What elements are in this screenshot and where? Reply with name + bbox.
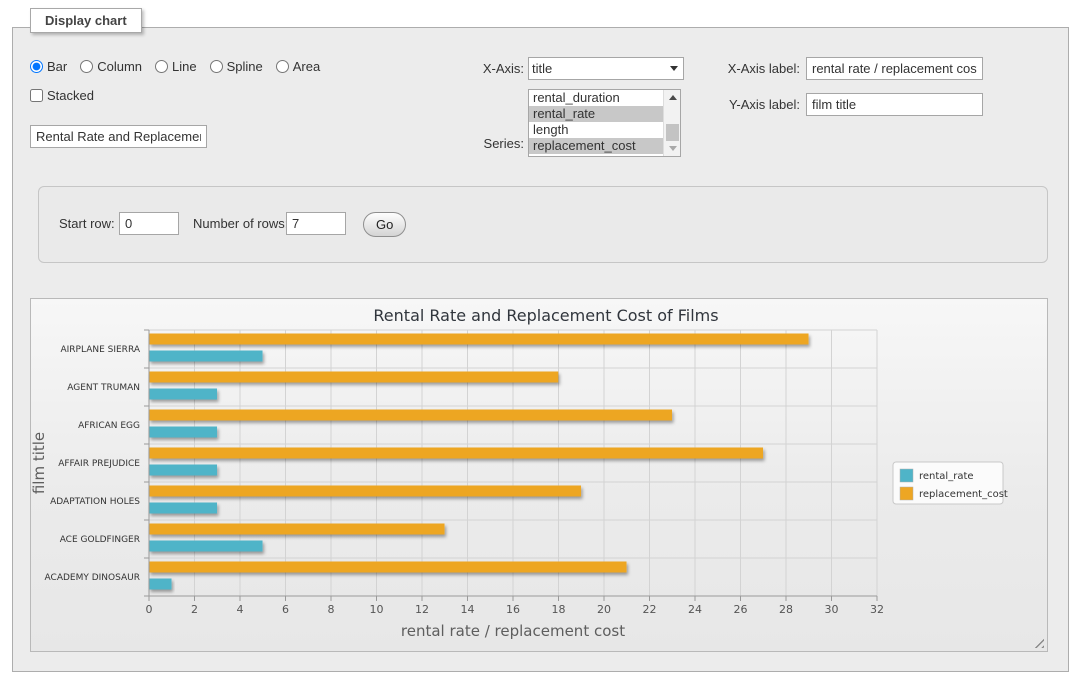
stacked-label: Stacked	[47, 88, 94, 103]
series-select-label: Series:	[425, 132, 524, 155]
chart-title: Rental Rate and Replacement Cost of Film…	[373, 306, 718, 325]
category-label: AFFAIR PREJUDICE	[58, 459, 140, 469]
chart-title-input[interactable]	[30, 125, 207, 148]
legend-label-replacement_cost[interactable]: replacement_cost	[919, 489, 1008, 500]
category-label: AFRICAN EGG	[78, 421, 140, 431]
x-tick-label: 22	[643, 603, 657, 616]
radio-area-input[interactable]	[276, 60, 289, 73]
radio-column-input[interactable]	[80, 60, 93, 73]
row-controls-panel: Start row: Number of rows: Go	[38, 186, 1048, 263]
x-tick-label: 30	[825, 603, 839, 616]
x-tick-label: 6	[282, 603, 289, 616]
x-tick-label: 32	[870, 603, 884, 616]
x-tick-label: 20	[597, 603, 611, 616]
x-tick-label: 8	[328, 603, 335, 616]
x-tick-label: 10	[370, 603, 384, 616]
series-option-replacement-cost[interactable]: replacement_cost	[529, 138, 663, 154]
stacked-checkbox-input[interactable]	[30, 89, 43, 102]
y-axis-label-input[interactable]	[806, 93, 983, 116]
bar-replacement_cost[interactable]	[149, 486, 581, 497]
series-option-length[interactable]: length	[529, 122, 663, 138]
x-tick-label: 12	[415, 603, 429, 616]
bar-replacement_cost[interactable]	[149, 562, 627, 573]
chart-container: 02468101214161820222426283032AIRPLANE SI…	[30, 298, 1048, 652]
x-tick-label: 16	[506, 603, 520, 616]
radio-spline[interactable]: Spline	[210, 59, 263, 74]
scroll-down-icon[interactable]	[664, 141, 681, 156]
y-axis-label-label: Y-Axis label:	[712, 93, 800, 116]
page: Display chart Bar Column Line Spline Are…	[0, 0, 1081, 681]
category-label: ACE GOLDFINGER	[60, 535, 140, 545]
bar-rental_rate[interactable]	[149, 389, 217, 400]
stacked-checkbox[interactable]: Stacked	[30, 88, 94, 103]
x-axis-select-wrap: title	[528, 57, 684, 80]
bar-rental_rate[interactable]	[149, 503, 217, 514]
bar-replacement_cost[interactable]	[149, 524, 445, 535]
bar-rental_rate[interactable]	[149, 465, 217, 476]
num-rows-input[interactable]	[286, 212, 346, 235]
radio-area[interactable]: Area	[276, 59, 320, 74]
chart-type-radios: Bar Column Line Spline Area	[30, 59, 320, 74]
legend-swatch-rental_rate[interactable]	[900, 469, 913, 482]
x-axis-select-label: X-Axis:	[425, 57, 524, 80]
bar-replacement_cost[interactable]	[149, 448, 763, 459]
bar-rental_rate[interactable]	[149, 427, 217, 438]
x-tick-label: 28	[779, 603, 793, 616]
bar-rental_rate[interactable]	[149, 579, 172, 590]
radio-bar-label: Bar	[47, 59, 67, 74]
x-tick-label: 0	[146, 603, 153, 616]
x-tick-label: 18	[552, 603, 566, 616]
category-label: ADAPTATION HOLES	[50, 497, 140, 507]
radio-column-label: Column	[97, 59, 142, 74]
bar-replacement_cost[interactable]	[149, 410, 672, 421]
x-tick-label: 4	[237, 603, 244, 616]
radio-bar-input[interactable]	[30, 60, 43, 73]
fieldset-legend: Display chart	[30, 8, 142, 33]
category-label: ACADEMY DINOSAUR	[45, 573, 140, 583]
radio-column[interactable]: Column	[80, 59, 142, 74]
listbox-scrollbar[interactable]	[663, 90, 680, 156]
x-tick-label: 14	[461, 603, 475, 616]
scroll-up-icon[interactable]	[664, 90, 681, 105]
bar-replacement_cost[interactable]	[149, 334, 809, 345]
radio-line-input[interactable]	[155, 60, 168, 73]
x-axis-label-label: X-Axis label:	[712, 57, 800, 80]
x-axis-label-input[interactable]	[806, 57, 983, 80]
x-axis-select[interactable]: title	[528, 57, 684, 80]
go-button[interactable]: Go	[363, 212, 406, 237]
radio-line[interactable]: Line	[155, 59, 197, 74]
series-option-rental-rate[interactable]: rental_rate	[529, 106, 663, 122]
legend-swatch-replacement_cost[interactable]	[900, 487, 913, 500]
radio-spline-input[interactable]	[210, 60, 223, 73]
series-option-rental-duration[interactable]: rental_duration	[529, 90, 663, 106]
bar-rental_rate[interactable]	[149, 351, 263, 362]
y-axis-title: film title	[31, 432, 48, 494]
x-tick-label: 26	[734, 603, 748, 616]
legend-label-rental_rate[interactable]: rental_rate	[919, 471, 974, 482]
bar-replacement_cost[interactable]	[149, 372, 558, 383]
stacked-checkbox-row: Stacked	[30, 88, 94, 103]
x-axis-title: rental rate / replacement cost	[401, 622, 625, 640]
chart-svg: 02468101214161820222426283032AIRPLANE SI…	[31, 299, 1047, 651]
num-rows-label: Number of rows:	[193, 212, 288, 235]
radio-spline-label: Spline	[227, 59, 263, 74]
x-tick-label: 2	[191, 603, 198, 616]
radio-line-label: Line	[172, 59, 197, 74]
start-row-input[interactable]	[119, 212, 179, 235]
radio-area-label: Area	[293, 59, 320, 74]
start-row-label: Start row:	[59, 212, 115, 235]
series-listbox[interactable]: rental_duration rental_rate length repla…	[528, 89, 681, 157]
radio-bar[interactable]: Bar	[30, 59, 67, 74]
bar-rental_rate[interactable]	[149, 541, 263, 552]
category-label: AIRPLANE SIERRA	[60, 345, 140, 355]
x-tick-label: 24	[688, 603, 702, 616]
category-label: AGENT TRUMAN	[67, 383, 140, 393]
